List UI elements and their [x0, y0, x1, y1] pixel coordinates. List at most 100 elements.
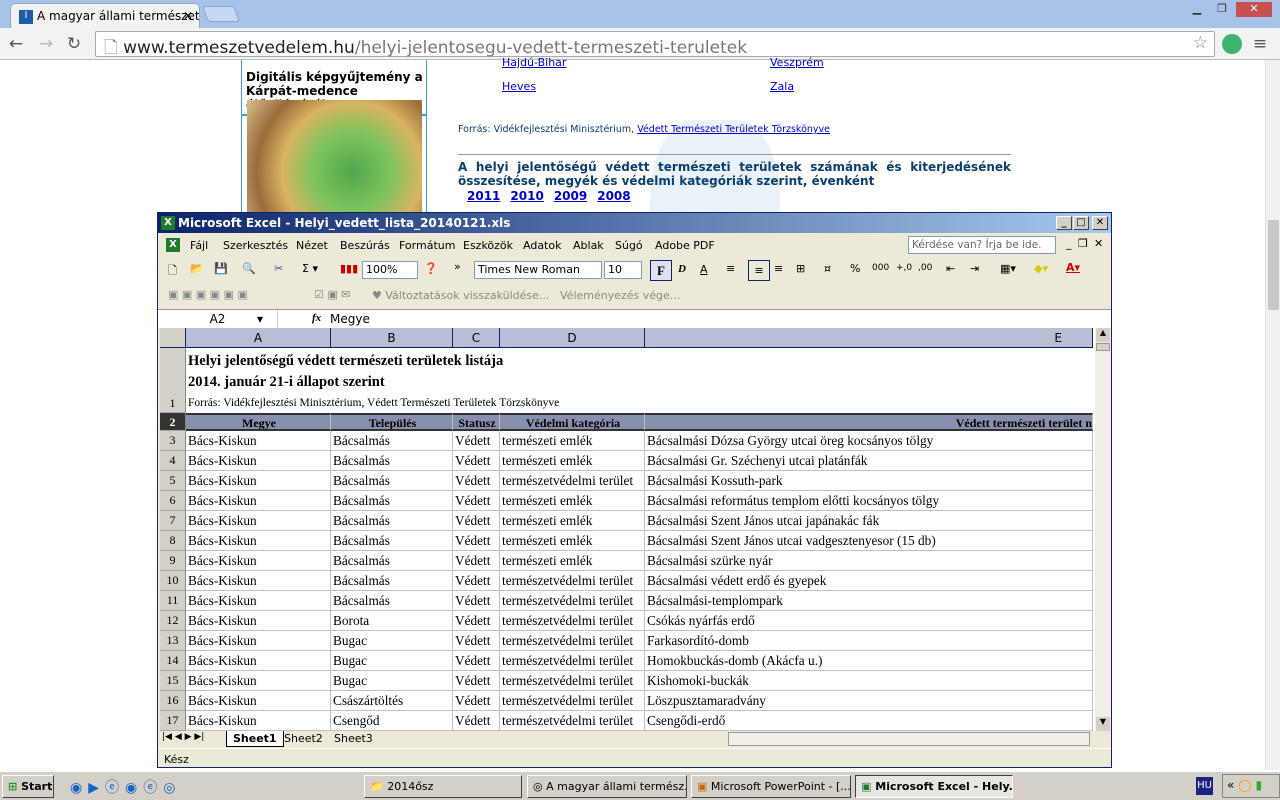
scroll-thumb[interactable] [1268, 220, 1279, 310]
table-cell[interactable]: Bácsalmási Kossuth-park [645, 471, 1093, 491]
table-cell[interactable]: Védett [453, 651, 500, 671]
horizontal-scrollbar[interactable] [728, 732, 1090, 746]
table-cell[interactable]: Homokbuckás-domb (Akácfa u.) [645, 651, 1093, 671]
table-cell[interactable]: Bács-Kiskun [186, 651, 331, 671]
close-tab-icon[interactable]: ✕ [183, 9, 193, 23]
align-center-icon[interactable]: ≡ [748, 260, 770, 281]
header-cell[interactable]: Megye [186, 413, 331, 431]
table-cell[interactable]: Borota [331, 611, 453, 631]
italic-button[interactable]: D [678, 263, 686, 275]
row-header[interactable]: 15 [160, 671, 186, 691]
font-color-icon[interactable]: A▾ [1066, 261, 1080, 274]
vertical-scrollbar[interactable]: ▲ ▼ [1095, 328, 1111, 731]
table-cell[interactable]: Bácsalmás [331, 551, 453, 571]
new-tab-button[interactable] [202, 6, 240, 22]
increase-decimal-icon[interactable]: +,0 [896, 263, 912, 273]
close-window-button[interactable]: ✕ [1236, 2, 1272, 17]
table-cell[interactable]: természetvédelmi terület [500, 691, 645, 711]
table-cell[interactable]: Kishomoki-buckák [645, 671, 1093, 691]
table-cell[interactable]: Védett [453, 491, 500, 511]
table-cell[interactable]: Bácsalmás [331, 511, 453, 531]
table-cell[interactable]: Bácsalmás [331, 431, 453, 451]
quick-launch-icons[interactable]: ◉▶ⓔ◉ⓔ◎ [70, 777, 181, 797]
table-cell[interactable]: Védett [453, 591, 500, 611]
table-cell[interactable]: Védett [453, 571, 500, 591]
table-cell[interactable]: Védett [453, 511, 500, 531]
doc-restore-icon[interactable]: ❐ [1078, 237, 1088, 250]
row-header[interactable]: 3 [160, 431, 186, 451]
taskbar-item-folder[interactable]: 📁 2014ősz [364, 775, 522, 798]
row-header[interactable]: 16 [160, 691, 186, 711]
scroll-up-icon[interactable]: ▲ [1096, 328, 1110, 342]
sheet-tab-3[interactable]: Sheet3 [330, 732, 377, 745]
help-icon[interactable]: ❓ [424, 262, 438, 275]
sheet-nav-icons[interactable]: |◀ ◀ ▶ ▶| [162, 732, 204, 742]
link-county[interactable]: Heves [502, 80, 536, 93]
table-cell[interactable]: Bács-Kiskun [186, 711, 331, 731]
underline-button[interactable]: A [700, 263, 708, 276]
table-cell[interactable]: Bács-Kiskun [186, 531, 331, 551]
link-county[interactable]: Hajdú-Bihar [502, 56, 566, 69]
table-cell[interactable]: természetvédelmi terület [500, 651, 645, 671]
table-cell[interactable]: Bácsalmás [331, 531, 453, 551]
align-left-icon[interactable]: ≡ [726, 262, 735, 275]
row-header[interactable]: 9 [160, 551, 186, 571]
table-cell[interactable]: Bácsalmás [331, 571, 453, 591]
more-options-icon[interactable]: » [454, 260, 461, 273]
table-cell[interactable]: természetvédelmi terület [500, 711, 645, 731]
table-cell[interactable]: Védett [453, 631, 500, 651]
formula-input[interactable]: Megye [330, 312, 370, 326]
increase-indent-icon[interactable]: ⇥ [970, 262, 979, 275]
send-back-button[interactable]: ♥ Változtatások visszaküldése... [372, 289, 549, 302]
table-cell[interactable]: Csengődi-erdő [645, 711, 1093, 731]
table-cell[interactable]: természetvédelmi terület [500, 631, 645, 651]
column-header[interactable]: C [453, 328, 500, 348]
table-cell[interactable]: Bács-Kiskun [186, 451, 331, 471]
decrease-decimal-icon[interactable]: ,00 [918, 263, 932, 273]
font-select[interactable]: Times New Roman [474, 261, 602, 279]
year-link[interactable]: 2011 [467, 189, 500, 203]
table-cell[interactable]: Bugac [331, 631, 453, 651]
row-header[interactable]: 5 [160, 471, 186, 491]
table-cell[interactable]: természeti emlék [500, 551, 645, 571]
table-cell[interactable]: Bács-Kiskun [186, 611, 331, 631]
name-box-dropdown-icon[interactable]: ▾ [257, 312, 263, 326]
header-cell[interactable]: Védett természeti terület n [645, 413, 1093, 431]
address-bar[interactable]: 🗋 www.termeszetvedelem.hu/helyi-jelentos… [95, 31, 1215, 58]
end-review-button[interactable]: Véleményezés vége... [560, 289, 680, 302]
header-cell[interactable]: Statusz [453, 413, 500, 431]
merge-center-icon[interactable]: ⊞ [796, 262, 805, 275]
table-cell[interactable]: Védett [453, 471, 500, 491]
row-header[interactable]: 8 [160, 531, 186, 551]
new-comment-icon[interactable]: ▣ ▣ ▣ ▣ ▣ ▣ [168, 288, 248, 301]
table-cell[interactable]: Védett [453, 691, 500, 711]
table-cell[interactable]: Bács-Kiskun [186, 551, 331, 571]
table-cell[interactable]: természetvédelmi terület [500, 591, 645, 611]
comma-style-icon[interactable]: 000 [872, 263, 889, 273]
row-header[interactable]: 2 [160, 413, 186, 431]
doc-close-icon[interactable]: ✕ [1094, 237, 1103, 250]
year-link[interactable]: 2010 [510, 189, 543, 203]
table-cell[interactable]: Bácsalmás [331, 471, 453, 491]
table-cell[interactable]: természetvédelmi terület [500, 671, 645, 691]
title-cell[interactable]: Helyi jelentőségű védett természeti terü… [186, 348, 1095, 413]
fill-color-icon[interactable]: ◆▾ [1034, 262, 1048, 275]
percent-icon[interactable]: % [850, 262, 860, 275]
column-header[interactable]: E [645, 328, 1093, 348]
menu-file[interactable]: Fájl [190, 239, 208, 252]
save-icon[interactable]: 💾 [214, 262, 228, 275]
zoom-select[interactable]: 100% [362, 261, 418, 279]
open-icon[interactable]: 📂 [190, 262, 204, 275]
link-county[interactable]: Zala [770, 80, 794, 93]
table-cell[interactable]: Bács-Kiskun [186, 571, 331, 591]
table-cell[interactable]: Bácsalmási Dózsa György utcai öreg kocsá… [645, 431, 1093, 451]
close-button[interactable]: ✕ [1092, 216, 1108, 230]
back-icon[interactable]: ← [6, 34, 26, 54]
autosum-icon[interactable]: Σ ▾ [302, 262, 318, 275]
column-header[interactable]: D [500, 328, 645, 348]
table-cell[interactable]: természeti emlék [500, 451, 645, 471]
table-cell[interactable]: Bácsalmási református templom előtti koc… [645, 491, 1093, 511]
menu-tools[interactable]: Eszközök [463, 239, 513, 252]
taskbar-item-powerpoint[interactable]: ▣ Microsoft PowerPoint - [... [691, 775, 851, 798]
table-cell[interactable]: Bács-Kiskun [186, 631, 331, 651]
